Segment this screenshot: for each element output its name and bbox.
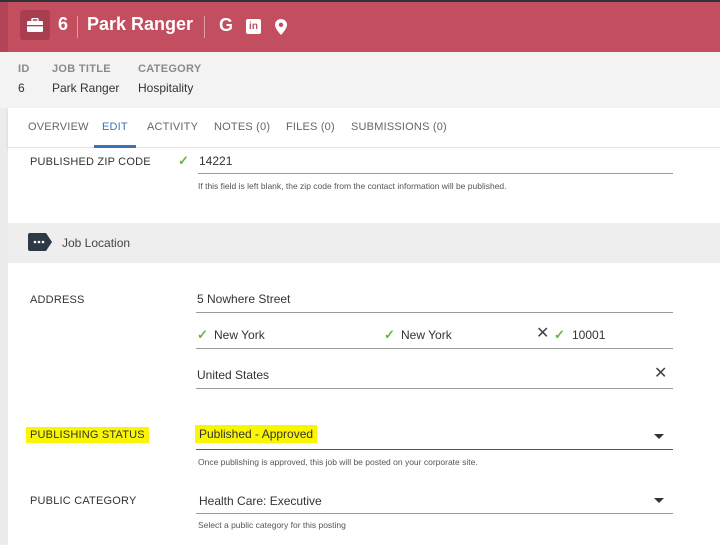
record-summary: ID 6 JOB TITLE Park Ranger CATEGORY Hosp… bbox=[0, 52, 720, 108]
zip-code-input[interactable]: 14221 bbox=[199, 154, 232, 168]
record-id: 6 bbox=[58, 14, 69, 34]
summary-job-title: JOB TITLE Park Ranger bbox=[52, 63, 119, 95]
input-underline bbox=[196, 388, 673, 389]
record-header: 6 Park Ranger G in bbox=[0, 0, 720, 52]
clear-icon[interactable]: ✕ bbox=[654, 363, 667, 383]
header-divider bbox=[77, 16, 78, 38]
check-icon: ✓ bbox=[554, 327, 565, 342]
public-category-label: PUBLIC CATEGORY bbox=[30, 495, 137, 507]
publishing-status-select[interactable]: Published - Approved bbox=[195, 425, 318, 443]
summary-category: CATEGORY Hospitality bbox=[138, 63, 202, 95]
publishing-status-label: PUBLISHING STATUS bbox=[26, 427, 149, 443]
section-title: Job Location bbox=[62, 236, 131, 250]
tab-files[interactable]: FILES (0) bbox=[286, 121, 335, 133]
tab-submissions[interactable]: SUBMISSIONS (0) bbox=[351, 121, 447, 133]
record-title: Park Ranger bbox=[87, 14, 194, 34]
summary-label: ID bbox=[18, 63, 30, 75]
briefcase-icon-button[interactable] bbox=[20, 10, 50, 40]
summary-label: CATEGORY bbox=[138, 63, 202, 75]
street-input[interactable]: 5 Nowhere Street bbox=[197, 292, 290, 306]
summary-value: Hospitality bbox=[138, 81, 194, 95]
public-category-hint: Select a public category for this postin… bbox=[198, 520, 346, 530]
highlighted-label: PUBLISHING STATUS bbox=[26, 427, 149, 443]
map-pin-icon[interactable] bbox=[275, 19, 287, 35]
input-underline bbox=[196, 348, 673, 349]
edit-form: PUBLISHED ZIP CODE ✓ 14221 If this field… bbox=[8, 148, 720, 545]
tab-activity[interactable]: ACTIVITY bbox=[147, 121, 198, 133]
header-divider bbox=[204, 16, 205, 38]
job-location-section: Job Location bbox=[8, 223, 720, 263]
tab-notes[interactable]: NOTES (0) bbox=[214, 121, 270, 133]
summary-label: JOB TITLE bbox=[52, 63, 111, 75]
postal-code-input[interactable]: 10001 bbox=[572, 328, 605, 342]
check-icon: ✓ bbox=[178, 153, 189, 168]
tab-edit[interactable]: EDIT bbox=[102, 121, 128, 133]
check-icon: ✓ bbox=[384, 327, 395, 342]
briefcase-icon bbox=[27, 18, 43, 32]
country-input[interactable]: United States bbox=[197, 368, 269, 382]
select-underline bbox=[196, 513, 673, 514]
address-label: ADDRESS bbox=[30, 294, 85, 306]
publishing-status-hint: Once publishing is approved, this job wi… bbox=[198, 457, 478, 467]
summary-value: 6 bbox=[18, 81, 25, 95]
zip-code-label: PUBLISHED ZIP CODE bbox=[30, 156, 151, 168]
check-icon: ✓ bbox=[197, 327, 208, 342]
city-input[interactable]: New York bbox=[214, 328, 265, 342]
clear-icon[interactable]: ✕ bbox=[536, 323, 549, 343]
header-edge bbox=[0, 2, 8, 52]
tab-bar: OVERVIEW EDIT ACTIVITY NOTES (0) FILES (… bbox=[8, 108, 720, 148]
chevron-down-icon[interactable] bbox=[654, 498, 664, 503]
chevron-down-icon[interactable] bbox=[654, 434, 664, 439]
tag-icon bbox=[28, 233, 52, 251]
zip-code-hint: If this field is left blank, the zip cod… bbox=[198, 181, 507, 191]
public-category-select[interactable]: Health Care: Executive bbox=[199, 494, 322, 508]
summary-value: Park Ranger bbox=[52, 81, 120, 95]
google-icon[interactable]: G bbox=[219, 15, 233, 36]
tab-overview[interactable]: OVERVIEW bbox=[28, 121, 89, 133]
highlighted-value: Published - Approved bbox=[195, 425, 318, 443]
select-underline bbox=[196, 449, 673, 450]
input-underline bbox=[198, 173, 673, 174]
state-input[interactable]: New York bbox=[401, 328, 452, 342]
linkedin-icon[interactable]: in bbox=[246, 19, 261, 34]
input-underline bbox=[196, 312, 673, 313]
summary-id: ID 6 bbox=[18, 63, 30, 95]
